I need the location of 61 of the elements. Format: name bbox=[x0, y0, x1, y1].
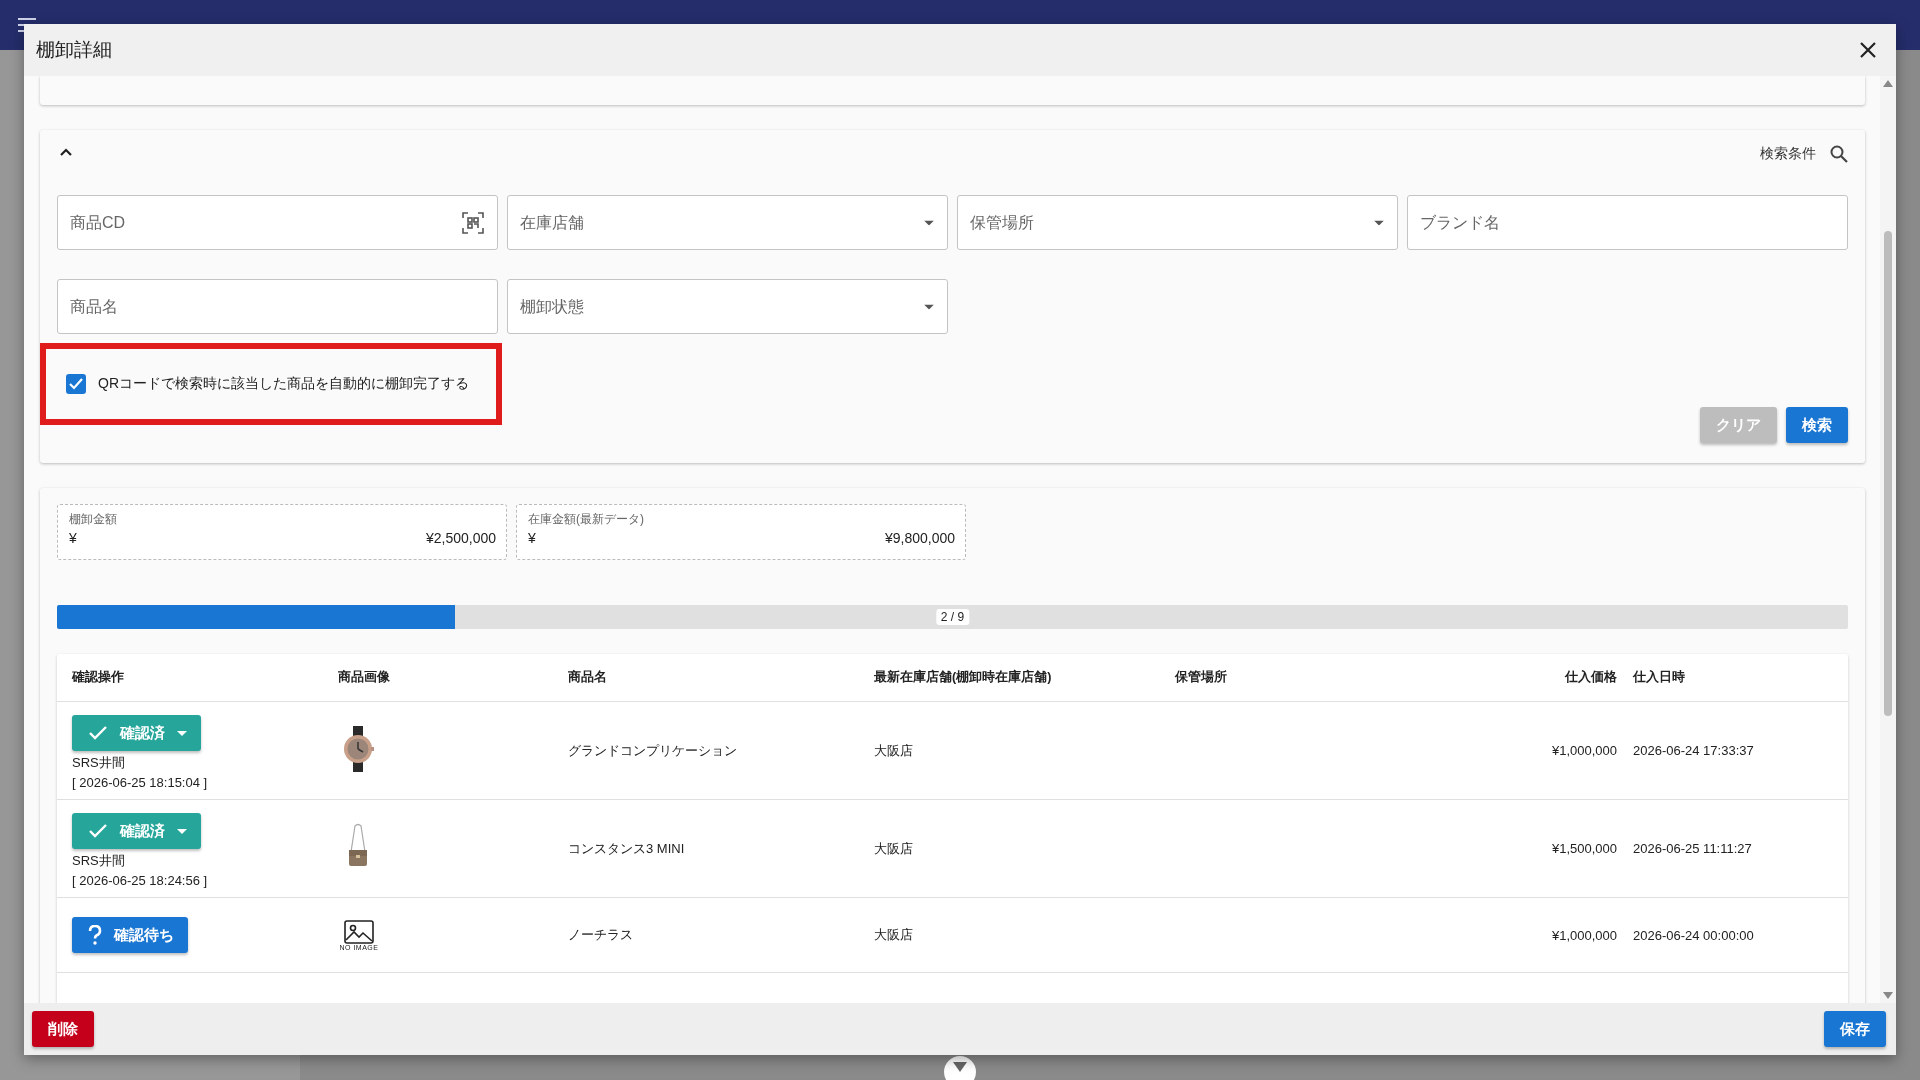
scrollbar-thumb[interactable] bbox=[1884, 231, 1892, 716]
confirmed-by: SRS井間 bbox=[72, 754, 125, 772]
column-header: 保管場所 bbox=[1173, 669, 1228, 686]
dropdown-icon[interactable] bbox=[924, 304, 934, 309]
scroll-down-button[interactable] bbox=[944, 1056, 976, 1080]
save-button[interactable]: 保存 bbox=[1824, 1011, 1886, 1047]
table-cell-text: グランドコンプリケーション bbox=[567, 741, 738, 760]
dropdown-icon[interactable] bbox=[924, 220, 934, 225]
question-icon bbox=[88, 925, 102, 945]
image-icon bbox=[344, 919, 374, 944]
table-cell-text: 2026-06-25 11:11:27 bbox=[1632, 841, 1753, 856]
qr-scan-icon[interactable] bbox=[462, 211, 484, 234]
table-cell-text: ノーチラス bbox=[567, 926, 634, 944]
check-icon bbox=[88, 823, 108, 839]
status-button[interactable]: 確認待ち bbox=[72, 917, 188, 953]
table-cell-text: 大阪店 bbox=[873, 741, 914, 760]
caret-icon bbox=[177, 828, 187, 834]
table-cell-text: 2026-06-24 17:33:37 bbox=[1632, 743, 1755, 758]
select-field[interactable]: 保管場所 bbox=[957, 195, 1398, 250]
select-field[interactable]: 棚卸状態 bbox=[507, 279, 948, 334]
select-field[interactable]: 在庫店舗 bbox=[507, 195, 948, 250]
delete-button[interactable]: 削除 bbox=[32, 1011, 94, 1047]
scroll-down-arrow[interactable] bbox=[1883, 992, 1893, 999]
table-cell-text: コンスタンス3 MINI bbox=[567, 839, 686, 858]
search-icon[interactable] bbox=[1830, 145, 1848, 163]
checkbox[interactable] bbox=[66, 374, 86, 394]
amount-field: 在庫金額(最新データ) ¥ ¥9,800,000 bbox=[516, 504, 966, 560]
confirmed-by: SRS井間 bbox=[72, 852, 125, 870]
search-conditions-label: 検索条件 bbox=[1760, 145, 1816, 163]
progress-label: 2 / 9 bbox=[935, 609, 970, 625]
column-header: 最新在庫店舗(棚卸時在庫店舗) bbox=[873, 669, 1053, 686]
status-button[interactable]: 確認済 bbox=[72, 813, 201, 849]
dialog-title: 棚卸詳細 bbox=[36, 38, 112, 62]
caret-icon bbox=[177, 730, 187, 736]
checkbox-label: QRコードで検索時に該当した商品を自動的に棚卸完了する bbox=[98, 375, 469, 393]
confirmed-time: [ 2026-06-25 18:15:04 ] bbox=[72, 775, 208, 790]
column-header: 商品画像 bbox=[337, 669, 391, 686]
column-header: 商品名 bbox=[567, 669, 608, 686]
column-header: 仕入日時 bbox=[1631, 669, 1686, 686]
table-cell-text: 大阪店 bbox=[873, 926, 914, 944]
input-field[interactable]: 商品名 bbox=[57, 279, 498, 334]
scroll-up-arrow[interactable] bbox=[1883, 80, 1893, 87]
confirmed-time: [ 2026-06-25 18:24:56 ] bbox=[72, 873, 208, 888]
column-header: 仕入価格 bbox=[1563, 669, 1617, 686]
check-icon bbox=[88, 725, 108, 741]
table-cell-text: ¥1,000,000 bbox=[1550, 743, 1617, 758]
close-icon bbox=[1860, 42, 1876, 58]
input-field[interactable]: ブランド名 bbox=[1407, 195, 1848, 250]
table-cell-text: 2026-06-24 00:00:00 bbox=[1632, 927, 1755, 943]
amount-field: 棚卸金額 ¥ ¥2,500,000 bbox=[57, 504, 507, 560]
check-icon bbox=[69, 378, 83, 390]
input-field[interactable]: 商品CD bbox=[57, 195, 498, 250]
caret-icon bbox=[59, 147, 73, 156]
column-header: 確認操作 bbox=[70, 669, 125, 686]
table-cell-text: 大阪店 bbox=[873, 839, 914, 858]
caret-icon bbox=[953, 1062, 967, 1072]
table-cell-text: ¥1,000,000 bbox=[1550, 927, 1617, 943]
table-cell-text: ¥1,500,000 bbox=[1550, 841, 1617, 856]
dropdown-icon[interactable] bbox=[1374, 220, 1384, 225]
search-button[interactable]: 検索 bbox=[1786, 407, 1848, 443]
status-button[interactable]: 確認済 bbox=[72, 715, 201, 751]
